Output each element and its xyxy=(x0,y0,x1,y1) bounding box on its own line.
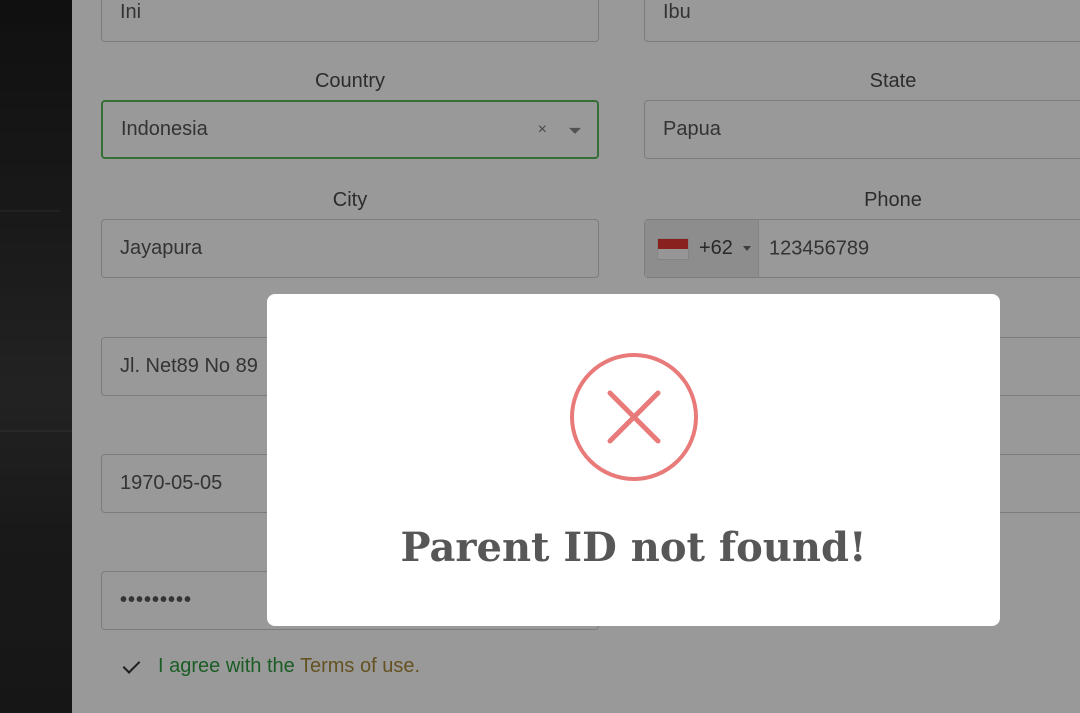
error-dialog: Parent ID not found! xyxy=(267,294,1000,626)
error-x-icon xyxy=(570,353,698,481)
dialog-title: Parent ID not found! xyxy=(400,524,867,571)
